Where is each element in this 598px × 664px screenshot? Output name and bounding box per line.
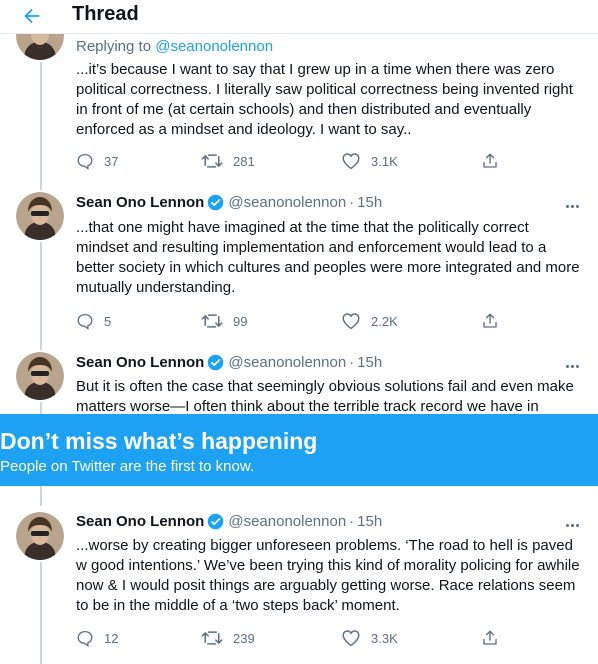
tweet-meta: Sean Ono Lennon @seanonolennon · 15h — [76, 513, 382, 530]
page-title: Thread — [72, 3, 139, 25]
banner-subtitle: People on Twitter are the first to know. — [0, 458, 255, 475]
meta-separator: · — [349, 354, 355, 371]
tweet-text: ...it’s because I want to say that I gre… — [76, 61, 573, 138]
share-button[interactable] — [481, 151, 509, 171]
arrow-left-icon — [24, 8, 40, 24]
thread-line — [40, 402, 42, 414]
share-button[interactable] — [481, 311, 509, 331]
retweet-count: 281 — [233, 153, 255, 169]
reply-count: 5 — [104, 313, 112, 329]
tweet-timestamp[interactable]: 15h — [357, 513, 382, 530]
verified-badge-icon — [207, 354, 224, 371]
verified-badge-icon — [207, 194, 224, 211]
tweet-meta: Sean Ono Lennon @seanonolennon · 15h — [76, 194, 382, 211]
reply-count: 37 — [104, 153, 119, 169]
retweet-button[interactable]: 281 — [201, 151, 255, 171]
tweet-text: ...worse by creating bigger unforeseen p… — [76, 537, 580, 614]
retweet-icon — [201, 154, 223, 168]
thread-header: Thread — [0, 0, 598, 34]
reply-button[interactable]: 12 — [76, 628, 118, 648]
author-handle[interactable]: @seanonolennon — [228, 513, 346, 530]
reply-icon — [77, 630, 93, 647]
tweet[interactable]: Sean Ono Lennon @seanonolennon · 15h But… — [0, 350, 598, 414]
author-name[interactable]: Sean Ono Lennon — [76, 354, 204, 371]
author-name[interactable]: Sean Ono Lennon — [76, 513, 204, 530]
meta-separator: · — [349, 513, 355, 530]
more-icon[interactable] — [562, 198, 582, 214]
more-icon[interactable] — [562, 358, 582, 374]
tweet-timestamp[interactable]: 15h — [357, 194, 382, 211]
reply-count: 12 — [104, 630, 119, 646]
author-name[interactable]: Sean Ono Lennon — [76, 194, 204, 211]
meta-separator: · — [349, 194, 355, 211]
login-prompt-banner[interactable]: Don’t miss what’s happening People on Tw… — [0, 414, 598, 486]
retweet-count: 239 — [233, 630, 255, 646]
tweet-text: But it is often the case that seemingly … — [76, 378, 574, 414]
thread-line — [40, 242, 42, 350]
share-icon — [483, 313, 497, 328]
tweet-actions: 12 239 3.3K — [76, 628, 506, 648]
avatar-image — [16, 352, 64, 400]
retweet-icon — [201, 631, 223, 645]
share-icon — [483, 630, 497, 645]
reply-button[interactable]: 5 — [76, 311, 111, 331]
share-button[interactable] — [481, 628, 509, 648]
tweet-text: ...that one might have imagined at the t… — [76, 219, 580, 296]
reply-button[interactable]: 37 — [76, 151, 118, 171]
avatar[interactable] — [16, 512, 64, 560]
back-button[interactable] — [20, 4, 44, 28]
like-count: 3.1K — [371, 153, 398, 169]
avatar-image — [16, 192, 64, 240]
tweet[interactable]: Sean Ono Lennon @seanonolennon · 15h ...… — [0, 506, 598, 664]
tweet[interactable]: Sean Ono Lennon @seanonolennon · 15h ...… — [0, 190, 598, 350]
tweet-timestamp[interactable]: 15h — [357, 354, 382, 371]
like-icon — [342, 630, 360, 647]
more-icon[interactable] — [562, 517, 582, 533]
reply-icon — [77, 313, 93, 330]
tweet-actions: 5 99 2.2K — [76, 311, 506, 331]
avatar-image — [16, 512, 64, 560]
avatar[interactable] — [16, 352, 64, 400]
tweet-meta: Sean Ono Lennon @seanonolennon · 15h — [76, 354, 382, 371]
author-handle[interactable]: @seanonolennon — [228, 194, 346, 211]
like-button[interactable]: 3.3K — [341, 628, 398, 648]
thread-line — [40, 486, 42, 506]
author-handle[interactable]: @seanonolennon — [228, 354, 346, 371]
banner-title: Don’t miss what’s happening — [0, 428, 318, 454]
like-button[interactable]: 3.1K — [341, 151, 398, 171]
verified-badge-icon — [207, 513, 224, 530]
like-icon — [342, 153, 360, 170]
like-icon — [342, 313, 360, 330]
share-icon — [483, 153, 497, 168]
retweet-count: 99 — [233, 313, 248, 329]
tweet-actions: 37 281 3.1K — [76, 151, 506, 171]
replying-handle-link[interactable]: @seanonolennon — [155, 38, 273, 55]
retweet-button[interactable]: 239 — [201, 628, 255, 648]
like-count: 2.2K — [371, 313, 398, 329]
like-button[interactable]: 2.2K — [341, 311, 398, 331]
replying-to: Replying to @seanonolennon — [76, 38, 274, 55]
thread-line — [40, 62, 42, 190]
reply-icon — [77, 153, 93, 170]
retweet-button[interactable]: 99 — [201, 311, 247, 331]
retweet-icon — [201, 314, 223, 328]
thread-line — [40, 562, 42, 664]
like-count: 3.3K — [371, 630, 398, 646]
avatar[interactable] — [16, 192, 64, 240]
